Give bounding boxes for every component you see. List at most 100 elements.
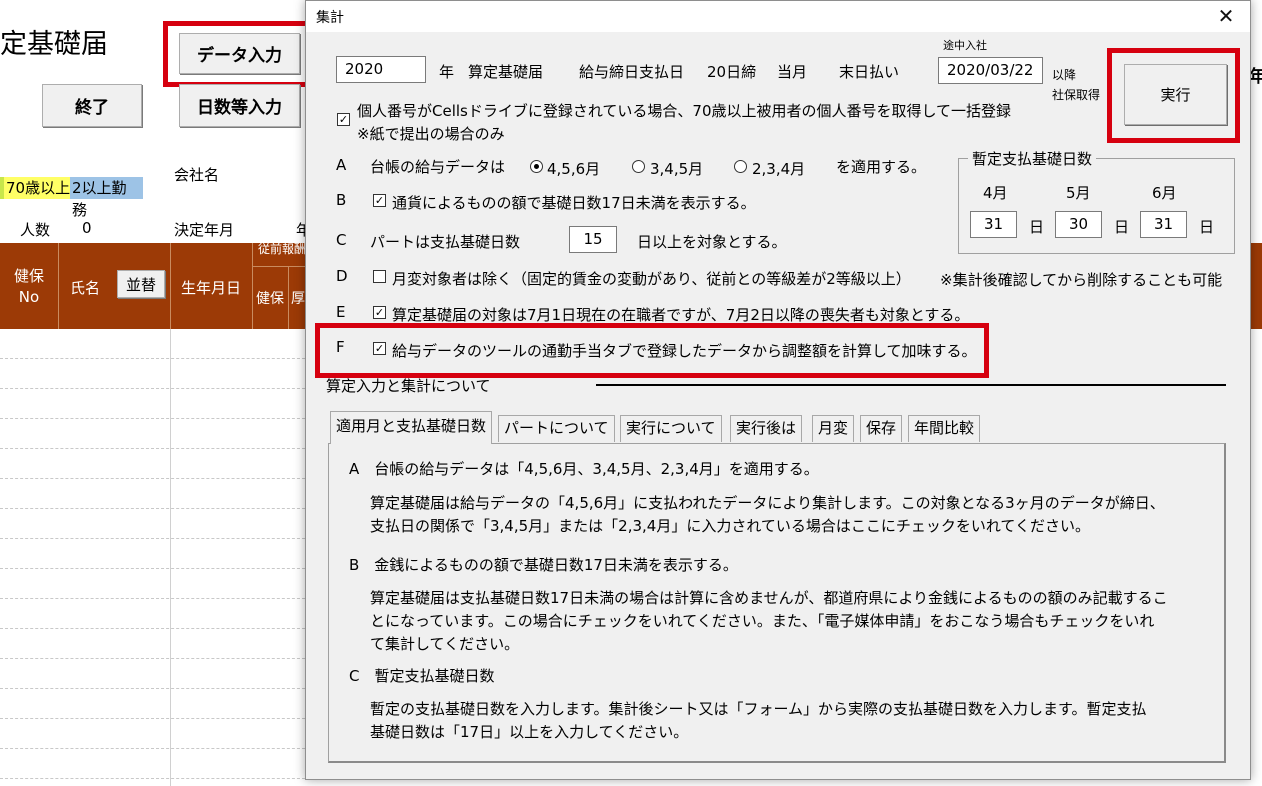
this-month: 当月 [777, 63, 808, 81]
tab-apply-month[interactable]: 適用月と支払基礎日数 [330, 411, 493, 444]
month-5-label: 5月 [1066, 184, 1091, 202]
tab-getsuhen[interactable]: 月変 [812, 415, 855, 442]
part-days-input[interactable]: 15 [569, 226, 617, 253]
month-4-days-input[interactable]: 31 [970, 211, 1017, 238]
decision-label: 決定年月 [174, 221, 235, 239]
grid-row [0, 448, 310, 449]
grid-row [0, 418, 310, 419]
row-b-checkbox[interactable]: ✓ [373, 194, 386, 207]
month-5-days-input[interactable]: 30 [1055, 211, 1102, 238]
month-4-label: 4月 [983, 184, 1008, 202]
tab-after-execute[interactable]: 実行後は [730, 415, 803, 442]
row-c-letter: C [336, 231, 347, 249]
row-a-letter: A [336, 156, 347, 174]
section-rule [596, 384, 1226, 386]
col-name: 氏名 [70, 279, 101, 297]
row-d-note: ※集計後確認してから削除することも可能 [940, 271, 1223, 289]
grid-row [0, 598, 310, 599]
grid-row [0, 388, 310, 389]
row-e-text: 算定基礎届の対象は7月1日現在の在職者ですが、7月2日以降の喪失者も対象とする。 [392, 306, 970, 324]
content-a-head: A 台帳の給与データは「4,5,6月、3,4,5月、2,3,4月」を適用する。 [349, 460, 819, 478]
highlight-row-f [315, 323, 989, 378]
row-e-letter: E [336, 303, 346, 321]
count-value: 0 [82, 219, 92, 237]
content-b-body-3: て集計してください。 [370, 635, 520, 653]
highlight-execute [1107, 48, 1240, 143]
content-c-head: C 暫定支払基礎日数 [349, 667, 495, 685]
grid-row [0, 688, 310, 689]
radio-345-label: 3,4,5月 [650, 160, 704, 178]
sort-button[interactable]: 並替 [117, 270, 165, 298]
summary-dialog: 集計 ✕ 2020 年 算定基礎届 給与締日支払日 20日締 当月 末日払い 途… [305, 0, 1251, 780]
row-d-text: 月変対象者は除く（固定的賃金の変動があり、従前との等級差が2等級以上） [392, 270, 911, 288]
after-label: 以降 [1052, 68, 1077, 82]
grid-row [0, 748, 310, 749]
legend-2-jobs: 2以上勤務 [70, 177, 143, 219]
pay-close-label: 給与締日支払日 [579, 63, 685, 81]
provisional-days-group [958, 158, 1235, 254]
radio-234[interactable] [734, 160, 747, 173]
content-b-body-2: とになっています。この場合にチェックをいれてください。また、「電子媒体申請」をお… [370, 612, 1155, 630]
grid-row [0, 778, 310, 779]
content-a-body-1: 算定基礎届は給与データの「4,5,6月」に支払われたデータにより集計します。この… [370, 494, 1165, 512]
year-input[interactable]: 2020 [336, 56, 426, 83]
header-sep [252, 266, 312, 267]
col-kenpo-no: 健保 No [13, 267, 44, 306]
row-d-letter: D [336, 267, 348, 285]
header-sep [58, 243, 59, 329]
legend-70-over: 70歳以上 [0, 177, 73, 199]
mynumber-note: ※紙で提出の場合のみ [357, 125, 505, 143]
sheet-title: 定基礎届 [0, 29, 108, 60]
midway-date-input[interactable]: 2020/03/22 [938, 57, 1043, 84]
row-b-letter: B [336, 191, 347, 209]
grid-row [0, 718, 310, 719]
row-a-text: 台帳の給与データは [370, 158, 506, 176]
highlight-data-input [163, 21, 313, 87]
dialog-title: 集計 [316, 10, 344, 26]
month-6-days-input[interactable]: 31 [1140, 211, 1187, 238]
grid-row [0, 358, 310, 359]
exit-button[interactable]: 終了 [42, 84, 142, 127]
grid-row [0, 478, 310, 479]
content-b-body-1: 算定基礎届は支払基礎日数17日未満の場合は計算に含めませんが、都道府県により金銭… [370, 589, 1168, 607]
midway-label: 途中入社 [943, 39, 987, 52]
close-icon[interactable]: ✕ [1208, 1, 1244, 31]
year-label: 年 [439, 63, 455, 81]
content-c-body-1: 暫定の支払基礎日数を入力します。集計後シート又は「フォーム」から実際の支払基礎日… [370, 700, 1147, 718]
col-birthdate: 生年月日 [180, 279, 241, 297]
close-day: 20日締 [707, 63, 757, 81]
row-b-text: 通貨によるものの額で基礎日数17日未満を表示する。 [392, 194, 756, 212]
row-c-text: パートは支払基礎日数 [370, 233, 521, 251]
tab-save[interactable]: 保存 [860, 415, 903, 442]
grid-row [0, 658, 310, 659]
tab-execute[interactable]: 実行について [620, 415, 722, 442]
row-a-suffix: を適用する。 [836, 158, 927, 176]
santei-label: 算定基礎届 [468, 63, 544, 81]
grid-row [0, 568, 310, 569]
row-d-checkbox[interactable] [373, 270, 386, 283]
radio-345[interactable] [632, 160, 645, 173]
provisional-title: 暫定支払基礎日数 [968, 148, 1097, 169]
content-c-body-2: 基礎日数は「17日」以上を入力してください。 [370, 723, 689, 741]
day-unit: 日 [1199, 218, 1215, 236]
mynumber-text: 個人番号がCellsドライブに登録されている場合、70歳以上被用者の個人番号を取… [357, 102, 1012, 120]
tab-annual-compare[interactable]: 年間比較 [908, 415, 981, 442]
tab-part[interactable]: パートについて [498, 415, 615, 442]
radio-456[interactable] [530, 160, 543, 173]
radio-234-label: 2,3,4月 [752, 160, 806, 178]
content-b-head: B 金銭によるものの額で基礎日数17日未満を表示する。 [349, 556, 738, 574]
days-input-button[interactable]: 日数等入力 [179, 84, 300, 127]
grid-row [0, 628, 310, 629]
section-title: 算定入力と集計について [326, 377, 491, 395]
tab-panel: A 台帳の給与データは「4,5,6月、3,4,5月、2,3,4月」を適用する。 … [328, 443, 1226, 763]
content-a-body-2: 支払日の関係で「3,4,5月」または「2,3,4月」に入力されている場合はここに… [370, 517, 1090, 535]
day-unit: 日 [1114, 218, 1130, 236]
end-pay: 末日払い [839, 63, 900, 81]
dialog-titlebar: 集計 ✕ [306, 1, 1250, 32]
mynumber-checkbox[interactable]: ✓ [337, 113, 350, 126]
col-previous-salary: 従前報酬 [257, 243, 306, 256]
row-e-checkbox[interactable]: ✓ [373, 306, 386, 319]
right-header-partial [1251, 243, 1262, 329]
day-unit: 日 [1029, 218, 1045, 236]
grid-row [0, 508, 310, 509]
